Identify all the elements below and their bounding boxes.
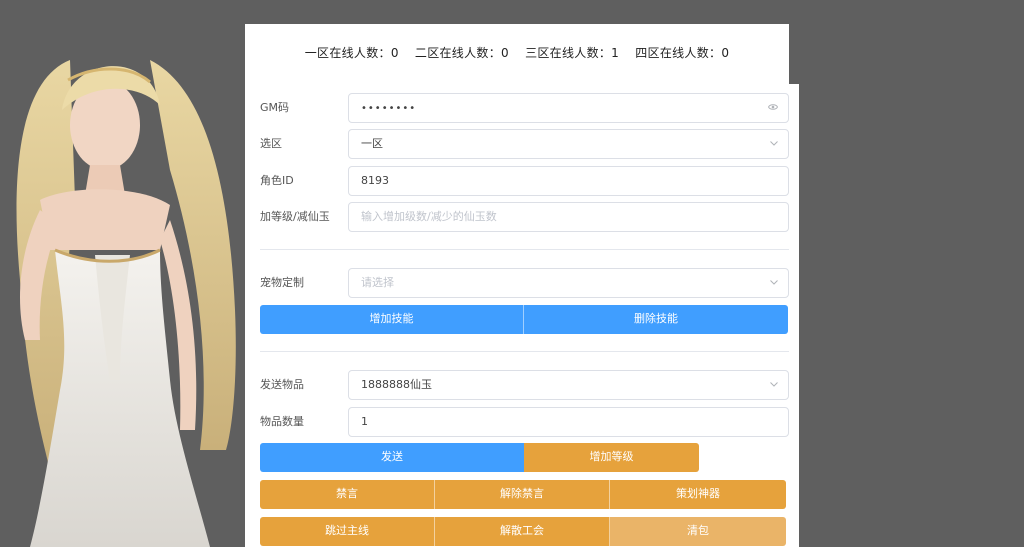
send-button[interactable]: 发送 — [260, 443, 524, 472]
gm-code-row: GM码 •••••••• — [260, 93, 789, 123]
pet-label: 宠物定制 — [260, 276, 304, 289]
delete-skill-button[interactable]: 删除技能 — [524, 305, 788, 334]
clear-bag-button[interactable]: 清包 — [610, 517, 786, 546]
role-id-row: 角色ID 8193 — [260, 166, 789, 196]
level-jade-row: 加等级/减仙玉 输入增加级数/减少的仙玉数 — [260, 202, 789, 232]
send-item-row: 发送物品 1888888仙玉 — [260, 370, 789, 400]
zone-select[interactable]: 一区 — [348, 129, 789, 159]
zone2-online: 二区在线人数：0 — [414, 46, 509, 60]
role-id-input[interactable]: 8193 — [348, 166, 789, 196]
pet-row: 宠物定制 请选择 — [260, 268, 789, 298]
online-stats: 一区在线人数：0 二区在线人数：0 三区在线人数：1 四区在线人数：0 — [245, 44, 789, 61]
send-item-value: 1888888仙玉 — [361, 378, 432, 391]
zone-label: 选区 — [260, 137, 282, 150]
send-item-select[interactable]: 1888888仙玉 — [348, 370, 789, 400]
disband-guild-button[interactable]: 解散工会 — [435, 517, 610, 546]
gm-code-value: •••••••• — [361, 103, 417, 114]
role-id-label: 角色ID — [260, 174, 294, 187]
zone3-online: 三区在线人数：1 — [525, 46, 620, 60]
level-jade-input[interactable]: 输入增加级数/减少的仙玉数 — [348, 202, 789, 232]
divider — [260, 351, 789, 352]
item-qty-input[interactable]: 1 — [348, 407, 789, 437]
add-skill-button[interactable]: 增加技能 — [260, 305, 524, 334]
online-stats-card: 一区在线人数：0 二区在线人数：0 三区在线人数：1 四区在线人数：0 — [245, 24, 789, 84]
character-illustration — [0, 50, 250, 547]
level-jade-placeholder: 输入增加级数/减少的仙玉数 — [361, 210, 497, 223]
gm-code-input[interactable]: •••••••• — [348, 93, 789, 123]
chevron-down-icon — [770, 130, 778, 158]
zone1-online: 一区在线人数：0 — [304, 46, 399, 60]
chevron-down-icon — [770, 269, 778, 297]
divider — [260, 249, 789, 250]
page: 一区在线人数：0 二区在线人数：0 三区在线人数：1 四区在线人数：0 GM码 … — [0, 0, 1024, 547]
plan-artifact-button[interactable]: 策划神器 — [610, 480, 786, 509]
item-qty-row: 物品数量 1 — [260, 407, 789, 437]
zone4-online: 四区在线人数：0 — [635, 46, 730, 60]
zone-value: 一区 — [361, 137, 383, 150]
skip-main-button[interactable]: 跳过主线 — [260, 517, 435, 546]
item-qty-label: 物品数量 — [260, 415, 304, 428]
level-jade-label: 加等级/减仙玉 — [260, 210, 330, 223]
unmute-button[interactable]: 解除禁言 — [435, 480, 610, 509]
pet-placeholder: 请选择 — [361, 276, 394, 289]
gm-code-label: GM码 — [260, 101, 290, 114]
zone-row: 选区 一区 — [260, 129, 789, 159]
mute-button[interactable]: 禁言 — [260, 480, 435, 509]
role-id-value: 8193 — [361, 174, 389, 187]
eye-icon[interactable] — [767, 94, 779, 122]
gm-panel: GM码 •••••••• 选区 一区 角色ID 8193 加等级/减仙玉 输入增… — [245, 84, 799, 547]
pet-select[interactable]: 请选择 — [348, 268, 789, 298]
send-item-label: 发送物品 — [260, 378, 304, 391]
item-qty-value: 1 — [361, 415, 368, 428]
chevron-down-icon — [770, 371, 778, 399]
add-level-button[interactable]: 增加等级 — [524, 443, 699, 472]
